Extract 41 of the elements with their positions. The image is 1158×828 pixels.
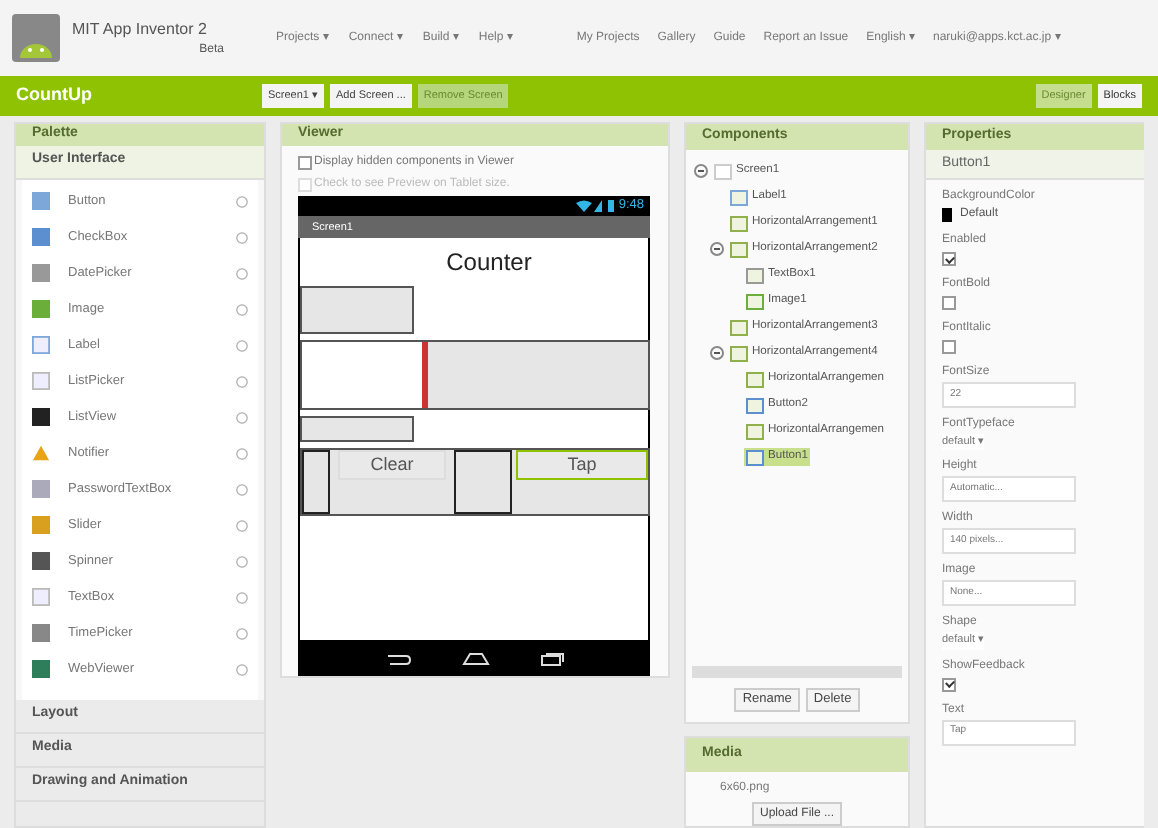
help-icon[interactable] xyxy=(236,195,248,207)
help-icon[interactable] xyxy=(236,303,248,315)
warning-icon xyxy=(32,444,50,462)
help-icon[interactable] xyxy=(236,627,248,639)
help-icon[interactable] xyxy=(236,663,248,675)
checkbox[interactable] xyxy=(942,252,956,266)
phone-button[interactable]: Tap xyxy=(516,450,648,481)
signal-icon xyxy=(576,200,605,213)
home-icon xyxy=(461,651,490,665)
checkbox[interactable] xyxy=(942,296,956,310)
spacer-arrangement xyxy=(302,450,330,515)
counter-label: Counter xyxy=(444,246,532,281)
help-icon[interactable] xyxy=(236,555,248,567)
help-icon[interactable] xyxy=(236,339,248,351)
image-placeholder xyxy=(422,342,428,409)
checkbox[interactable] xyxy=(942,340,956,354)
checkbox[interactable] xyxy=(298,156,312,171)
help-icon[interactable] xyxy=(236,519,248,531)
recent-apps-icon xyxy=(540,651,565,665)
horizontal-scrollbar[interactable] xyxy=(692,666,902,678)
spacer-arrangement xyxy=(454,450,512,515)
help-icon[interactable] xyxy=(236,375,248,387)
help-icon[interactable] xyxy=(236,267,248,279)
battery-icon xyxy=(608,200,615,213)
project-name: CountUp xyxy=(16,82,94,109)
help-icon[interactable] xyxy=(236,483,248,495)
checkbox[interactable] xyxy=(942,677,956,691)
empty-arrangement xyxy=(300,286,414,335)
collapse-toggle[interactable] xyxy=(694,164,708,178)
empty-arrangement xyxy=(300,416,414,443)
collapse-toggle[interactable] xyxy=(710,346,724,360)
phone-button[interactable]: Clear xyxy=(338,450,446,481)
android-logo-icon xyxy=(12,14,60,62)
help-icon[interactable] xyxy=(236,411,248,423)
help-icon[interactable] xyxy=(236,447,248,459)
help-icon[interactable] xyxy=(236,231,248,243)
color-swatch[interactable] xyxy=(942,208,952,222)
help-icon[interactable] xyxy=(236,591,248,603)
back-icon xyxy=(383,651,412,665)
collapse-toggle[interactable] xyxy=(710,242,724,256)
app-title: MIT App Inventor 2 xyxy=(72,17,209,41)
